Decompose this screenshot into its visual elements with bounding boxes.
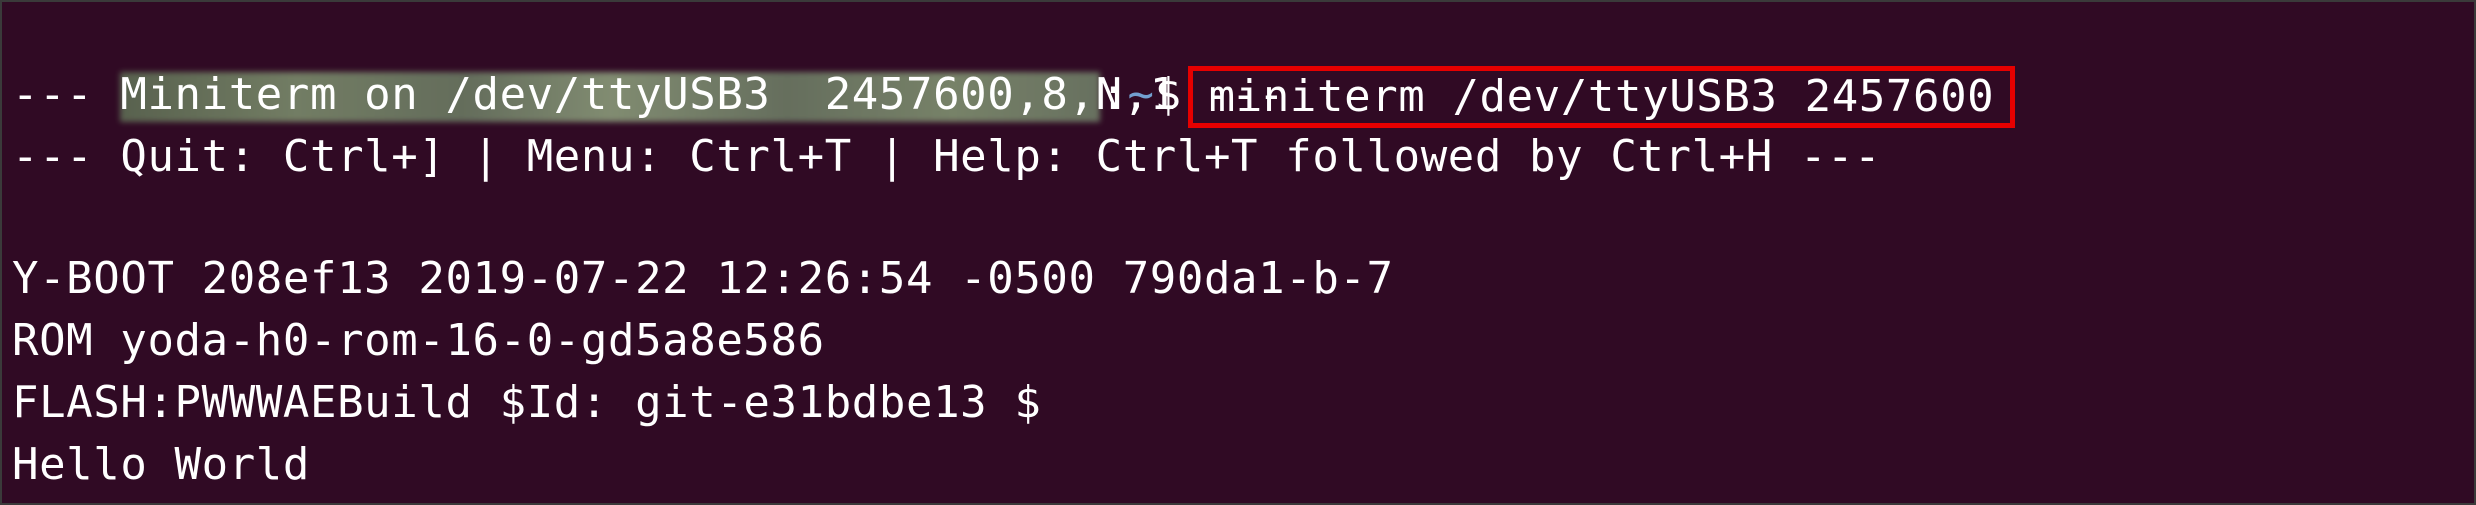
- output-line-rom: ROM yoda-h0-rom-16-0-gd5a8e586: [12, 315, 825, 366]
- output-line-yboot: Y-BOOT 208ef13 2019-07-22 12:26:54 -0500…: [12, 253, 1394, 304]
- highlighted-command: miniterm /dev/ttyUSB3 2457600: [1187, 66, 2016, 128]
- terminal-window[interactable]: :~$ miniterm /dev/ttyUSB3 2457600 --- Min…: [0, 0, 2476, 505]
- output-line-help: --- Quit: Ctrl+] | Menu: Ctrl+T | Help: …: [12, 131, 1882, 182]
- output-line-miniterm-info: --- Miniterm on /dev/ttyUSB3 2457600,8,N…: [12, 69, 1286, 120]
- prompt-line: :~$ miniterm /dev/ttyUSB3 2457600: [12, 2, 2016, 128]
- output-line-flash: FLASH:PWWWAEBuild $Id: git-e31bdbe13 $: [12, 377, 1042, 428]
- output-line-hello: Hello World: [12, 439, 310, 490]
